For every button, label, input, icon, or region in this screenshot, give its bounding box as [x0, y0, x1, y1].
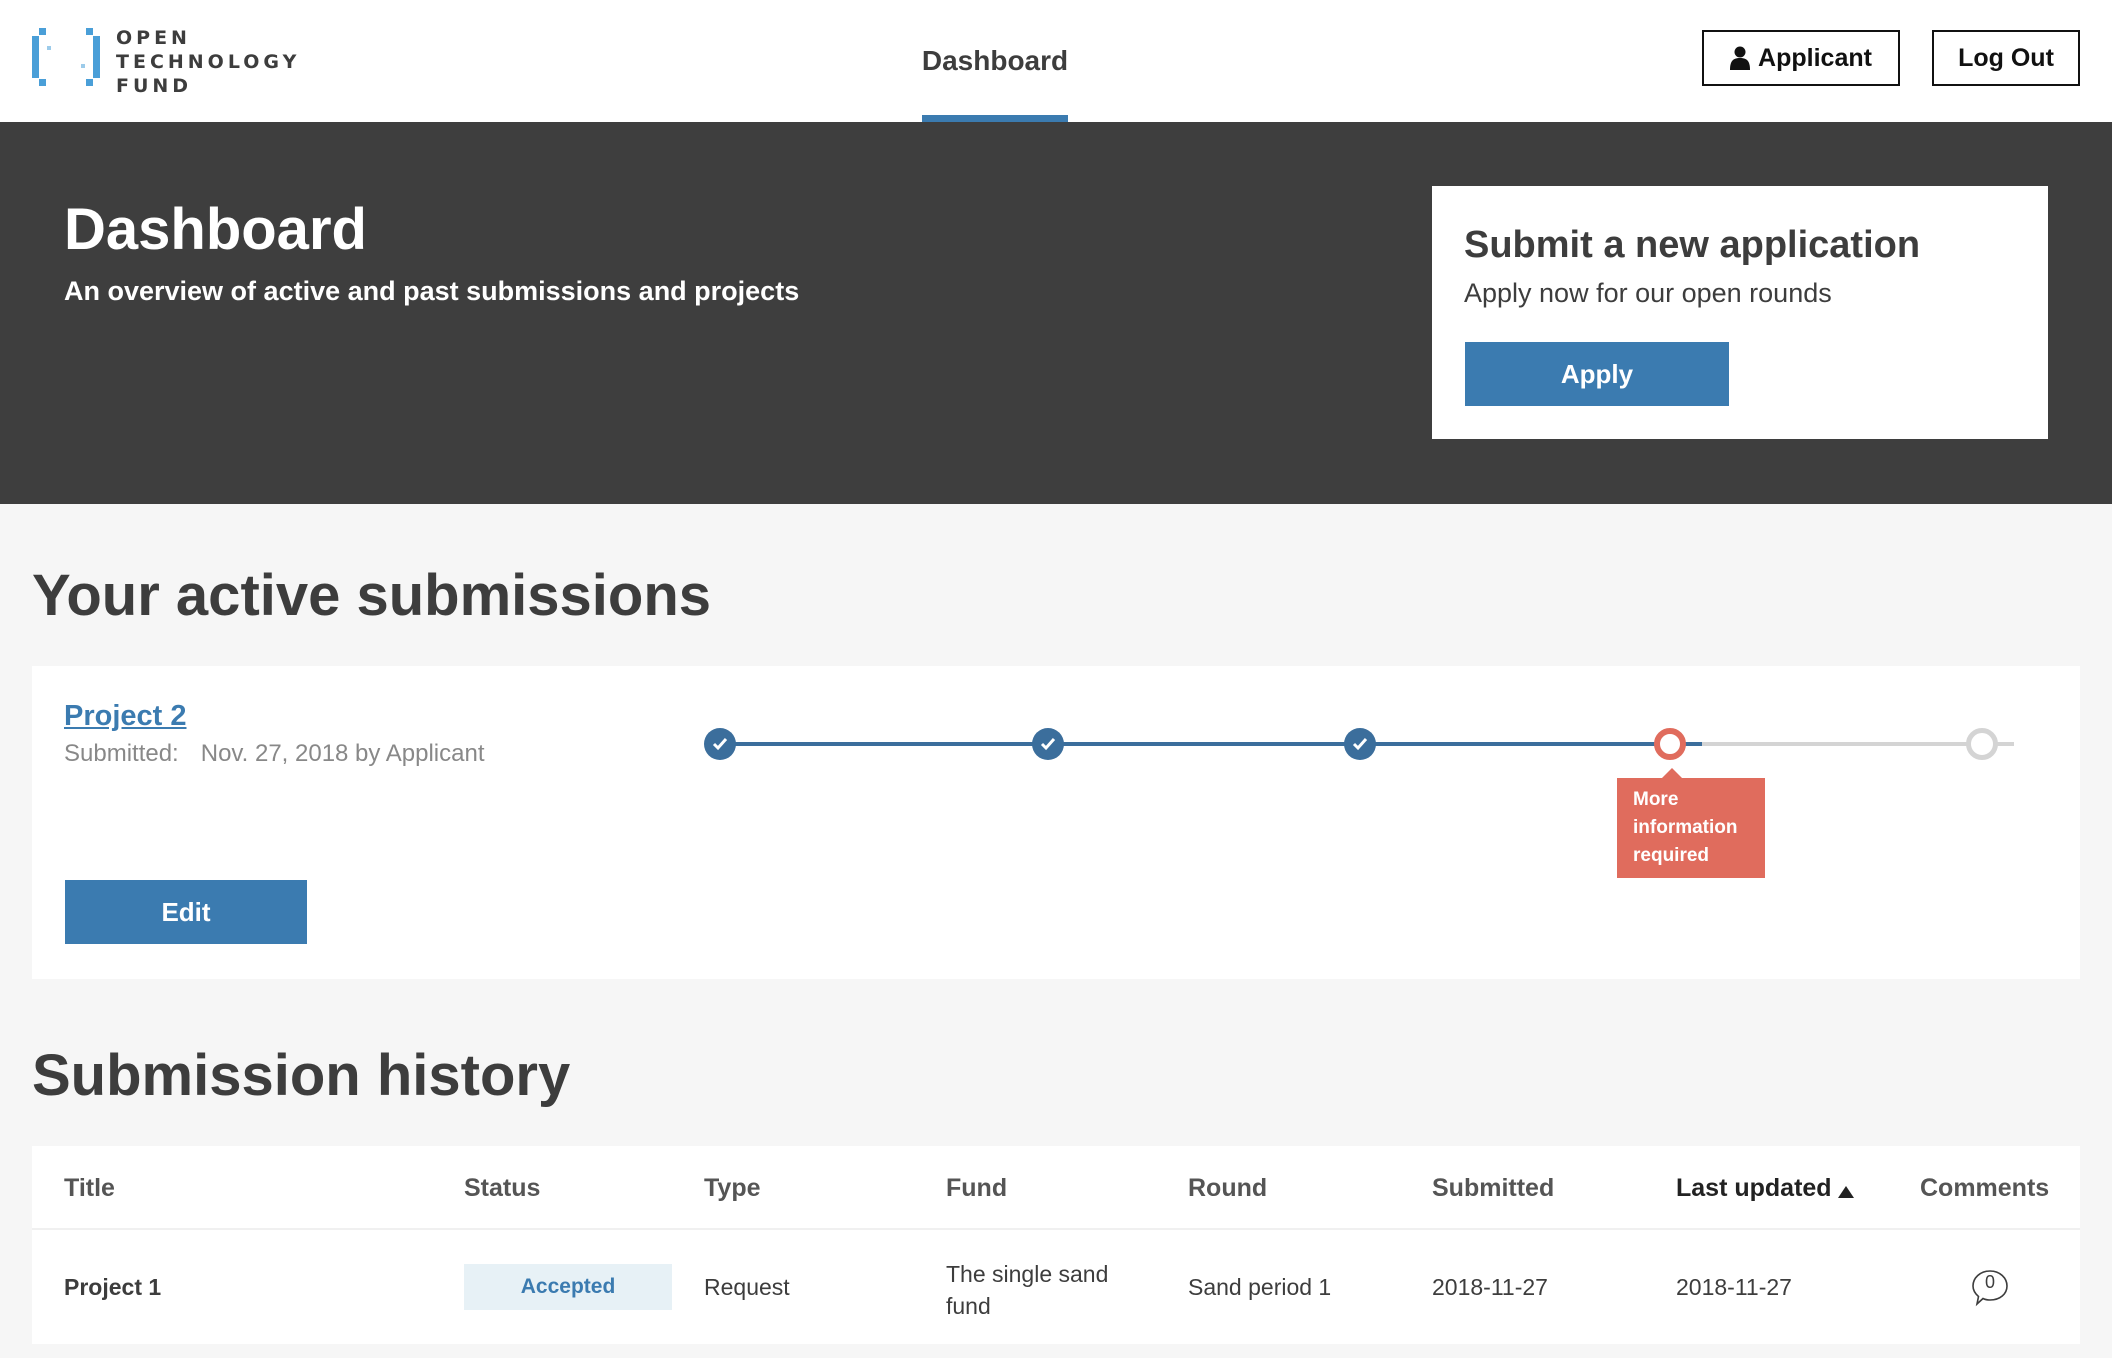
apply-card: Submit a new application Apply now for o… — [1432, 186, 2048, 439]
column-header-last-updated-label: Last updated — [1676, 1174, 1832, 1202]
page-title: Dashboard — [64, 197, 367, 262]
column-header-fund[interactable]: Fund — [946, 1174, 1007, 1203]
active-submissions-heading: Your active submissions — [32, 563, 712, 628]
user-icon — [1730, 46, 1751, 70]
logo-wordmark[interactable]: OPEN TECHNOLOGY FUND — [116, 26, 300, 98]
row-round: Sand period 1 — [1188, 1274, 1332, 1300]
column-header-status[interactable]: Status — [464, 1174, 540, 1203]
sort-ascending-icon — [1837, 1186, 1854, 1198]
row-fund: The single sand fund — [946, 1261, 1109, 1319]
applicant-button[interactable]: Applicant — [1702, 30, 1900, 86]
status-badge: Accepted — [464, 1264, 672, 1310]
progress-track-complete — [720, 742, 1702, 746]
progress-step-pending — [1966, 728, 1998, 760]
row-submitted: 2018-11-27 — [1432, 1274, 1548, 1300]
logo-line: FUND — [116, 75, 193, 97]
apply-button[interactable]: Apply — [1465, 342, 1729, 406]
column-header-last-updated[interactable]: Last updated — [1676, 1174, 1854, 1203]
table-header: Title Status Type Fund Round Submitted L… — [32, 1146, 2080, 1230]
active-submission-card: Project 2 Submitted: Nov. 27, 2018 by App… — [32, 666, 2080, 979]
column-header-submitted[interactable]: Submitted — [1432, 1174, 1554, 1203]
current-step-tooltip: More information required — [1617, 768, 1765, 878]
project-link[interactable]: Project 2 — [64, 700, 187, 733]
column-header-comments[interactable]: Comments — [1920, 1174, 2049, 1203]
row-type: Request — [704, 1274, 790, 1300]
applicant-button-label: Applicant — [1758, 43, 1872, 72]
logout-button[interactable]: Log Out — [1932, 30, 2080, 86]
nav-tab-dashboard[interactable]: Dashboard — [922, 0, 1068, 122]
otf-logo-icon[interactable] — [31, 26, 101, 88]
column-header-title[interactable]: Title — [64, 1174, 115, 1203]
comment-count: 0 — [1984, 1272, 1995, 1292]
column-header-round[interactable]: Round — [1188, 1174, 1267, 1203]
submitted-label: Submitted: — [64, 740, 179, 767]
apply-card-title: Submit a new application — [1464, 224, 1921, 266]
progress-step-complete — [704, 728, 736, 760]
column-header-type[interactable]: Type — [704, 1174, 761, 1203]
logo-line: OPEN — [116, 27, 191, 49]
logo-line: TECHNOLOGY — [116, 51, 301, 73]
row-title[interactable]: Project 1 — [64, 1274, 161, 1301]
site-header: OPEN TECHNOLOGY FUND Dashboard Applicant… — [0, 0, 2112, 122]
edit-button[interactable]: Edit — [65, 880, 307, 944]
submitted-value: Nov. 27, 2018 by Applicant — [200, 740, 485, 767]
progress-step-complete — [1032, 728, 1064, 760]
check-icon — [1040, 738, 1056, 751]
submission-history-heading: Submission history — [32, 1043, 571, 1108]
submission-meta: Submitted: Nov. 27, 2018 by Applicant — [64, 740, 484, 768]
page-subtitle: An overview of active and past submissio… — [64, 276, 800, 306]
apply-card-subtitle: Apply now for our open rounds — [1464, 278, 1832, 308]
progress-step-current — [1654, 728, 1686, 760]
nav-tab-label: Dashboard — [921, 45, 1069, 76]
submission-history-table: Title Status Type Fund Round Submitted L… — [32, 1146, 2080, 1344]
logout-button-label: Log Out — [1958, 43, 2054, 72]
check-icon — [712, 738, 728, 751]
row-last-updated: 2018-11-27 — [1676, 1274, 1792, 1300]
progress-step-complete — [1344, 728, 1376, 760]
check-icon — [1352, 738, 1368, 751]
